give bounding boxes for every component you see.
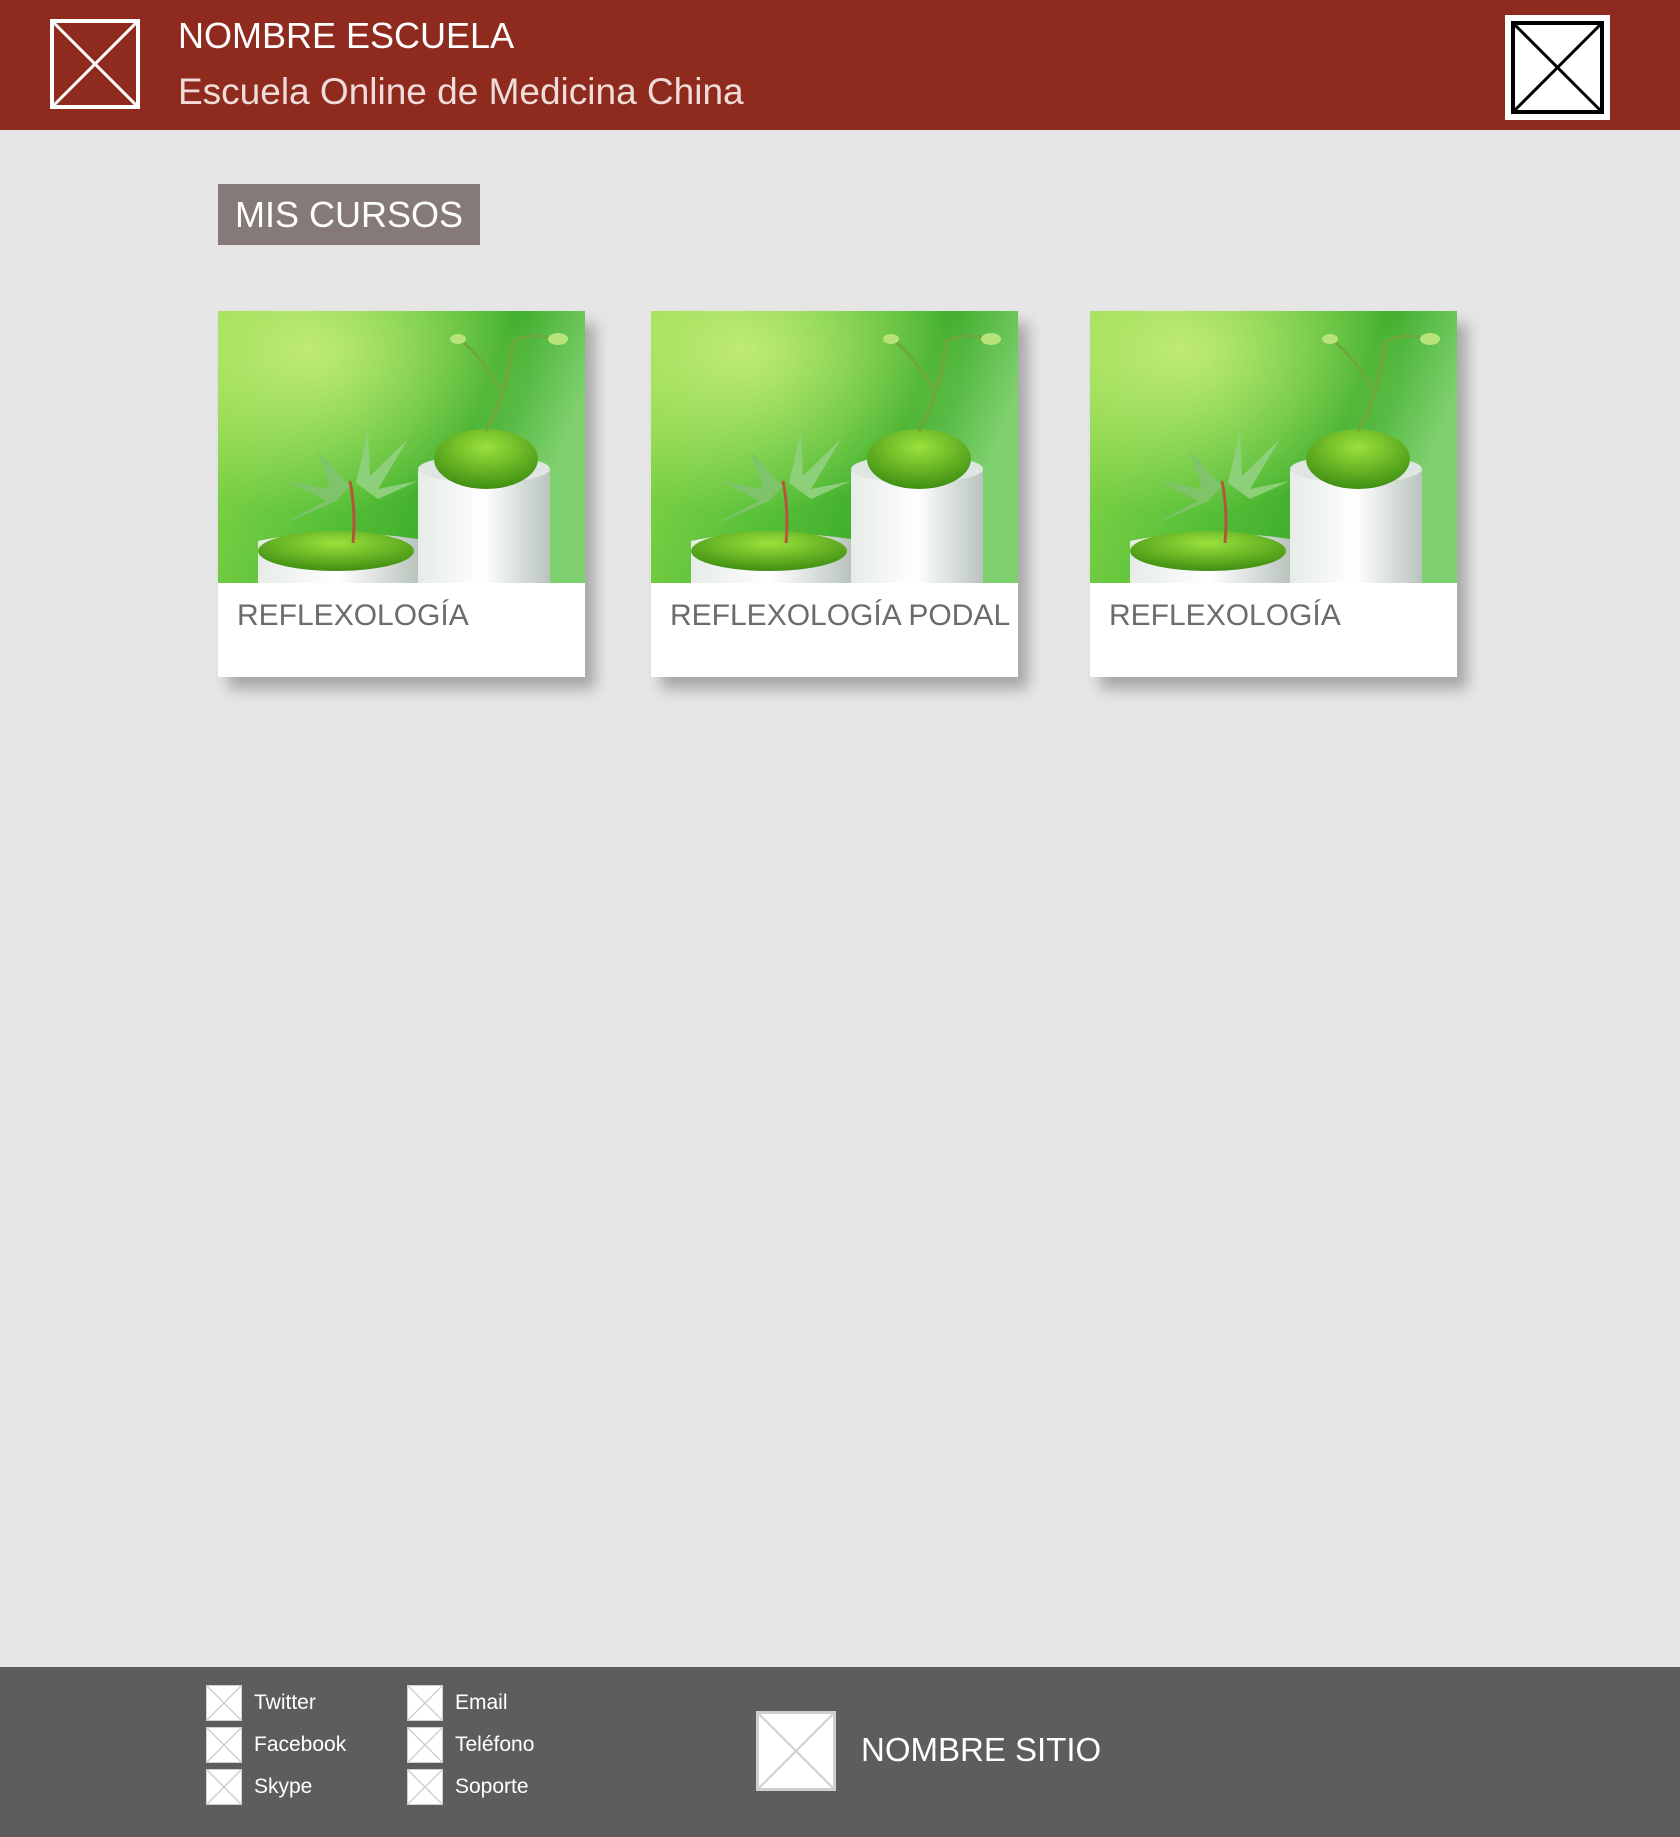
footer-link-twitter[interactable]: Twitter — [206, 1684, 316, 1722]
twitter-icon — [206, 1685, 242, 1721]
footer-link-label: Facebook — [254, 1733, 347, 1756]
footer-link-label: Skype — [254, 1775, 313, 1798]
footer-link-label: Soporte — [455, 1775, 529, 1798]
footer-link-email[interactable]: Email — [407, 1684, 508, 1722]
school-logo-placeholder-icon[interactable] — [50, 19, 140, 109]
site-name: NOMBRE SITIO — [861, 1731, 1102, 1768]
course-card[interactable]: REFLEXOLOGÍA — [1090, 311, 1457, 677]
course-card[interactable]: REFLEXOLOGÍA PODAL — [651, 311, 1018, 677]
school-subtitle: Escuela Online de Medicina China — [178, 71, 744, 112]
course-title: REFLEXOLOGÍA PODAL — [670, 599, 1011, 632]
course-thumbnail-image — [1090, 311, 1457, 583]
user-avatar-placeholder-icon[interactable] — [1505, 15, 1610, 120]
course-title: REFLEXOLOGÍA — [1109, 599, 1341, 632]
footer-link-phone[interactable]: Teléfono — [407, 1726, 534, 1764]
email-icon — [407, 1685, 443, 1721]
section-title-my-courses: MIS CURSOS — [218, 184, 480, 245]
header-bar: NOMBRE ESCUELA Escuela Online de Medicin… — [0, 0, 1680, 130]
phone-icon — [407, 1727, 443, 1763]
site-logo-placeholder-icon[interactable] — [756, 1711, 836, 1791]
footer-link-label: Email — [455, 1691, 508, 1714]
footer-link-skype[interactable]: Skype — [206, 1768, 312, 1806]
course-card[interactable]: REFLEXOLOGÍA — [218, 311, 585, 677]
footer-link-support[interactable]: Soporte — [407, 1768, 529, 1806]
footer-link-label: Teléfono — [455, 1733, 535, 1756]
facebook-icon — [206, 1727, 242, 1763]
support-icon — [407, 1769, 443, 1805]
footer-link-label: Twitter — [254, 1691, 316, 1714]
course-thumbnail-image — [651, 311, 1018, 583]
footer-link-facebook[interactable]: Facebook — [206, 1726, 346, 1764]
footer-bar: Twitter Facebook Skype Email Teléfono So… — [0, 1667, 1680, 1837]
school-name: NOMBRE ESCUELA — [178, 15, 515, 56]
course-title: REFLEXOLOGÍA — [237, 599, 469, 632]
course-thumbnail-image — [218, 311, 585, 583]
skype-icon — [206, 1769, 242, 1805]
